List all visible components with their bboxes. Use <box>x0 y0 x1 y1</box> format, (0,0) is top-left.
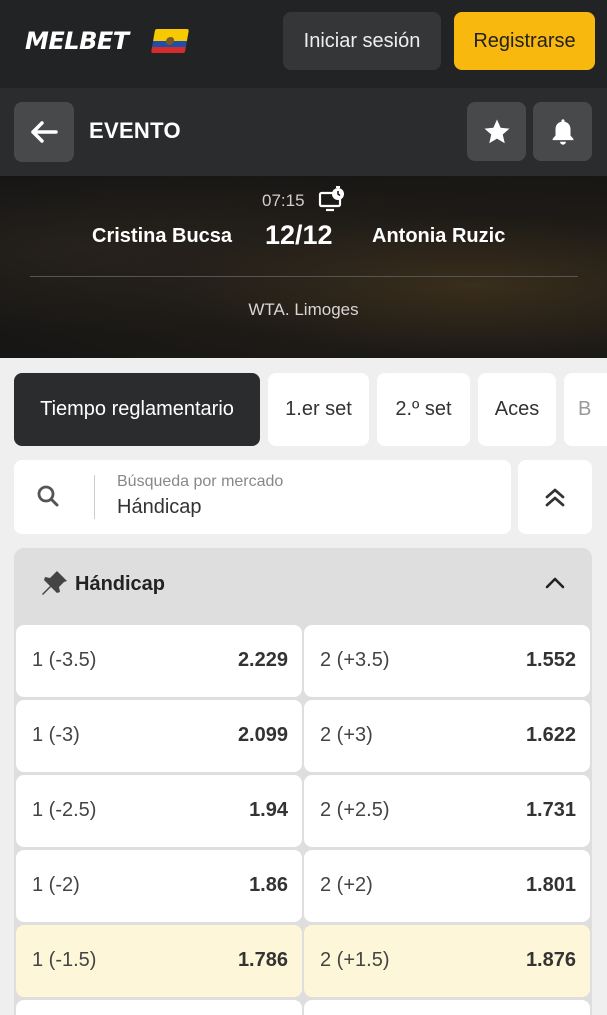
odds-cell[interactable]: 2 (+3) 1.622 <box>304 700 590 772</box>
bet-label: 2 (+2.5) <box>320 799 390 821</box>
odds-cell[interactable]: 1 (-2.5) 1.94 <box>16 775 302 847</box>
tab-first-set[interactable]: 1.er set <box>268 373 369 446</box>
page-title: EVENTO <box>89 118 181 143</box>
odds-cell[interactable]: 1 (-3.5) 2.229 <box>16 625 302 697</box>
odd-value: 2.229 <box>237 649 288 671</box>
divider <box>30 276 578 277</box>
collapse-all-button[interactable] <box>518 460 592 534</box>
odd-value: 1.86 <box>249 874 288 896</box>
handicap-market: Hándicap 1 (-3.5) 2.229 2 (+3.5) 1.552 1… <box>14 548 592 1015</box>
odds-cell[interactable]: 1 (-2) 1.86 <box>16 850 302 922</box>
scoreboard: 07:15 Cristina Bucsa 12/12 Antonia Ruzic… <box>0 176 607 358</box>
odds-cell[interactable]: 2 (+2.5) 1.731 <box>304 775 590 847</box>
odd-value: 1.94 <box>249 799 288 821</box>
odds-cell[interactable]: 1 (-1.5) 1.786 <box>16 925 302 997</box>
double-chevron-up-icon <box>545 488 565 507</box>
event-header: EVENTO <box>0 88 607 176</box>
bet-label: 2 (+1.5) <box>320 949 390 971</box>
market-search-field[interactable]: Búsqueda por mercado Hándicap <box>14 460 511 534</box>
odds-cell[interactable] <box>16 1000 302 1015</box>
search-icon <box>37 485 59 507</box>
odd-value: 1.622 <box>525 724 576 746</box>
player-one-name: Cristina Bucsa <box>92 225 233 247</box>
tab-regular-time[interactable]: Tiempo reglamentario <box>14 373 260 446</box>
odd-value: 1.876 <box>525 949 576 971</box>
market-title: Hándicap <box>75 573 166 595</box>
bet-label: 2 (+3.5) <box>320 649 390 671</box>
tab-aces[interactable]: Aces <box>478 373 556 446</box>
player-two-name: Antonia Ruzic <box>372 225 506 247</box>
register-button[interactable]: Registrarse <box>454 12 595 70</box>
ecuador-flag-icon <box>150 29 190 53</box>
tab-more[interactable]: B <box>564 373 607 446</box>
notifications-button[interactable] <box>533 102 592 161</box>
bet-label: 1 (-2.5) <box>32 799 97 821</box>
odds-cell[interactable]: 2 (+1.5) 1.876 <box>304 925 590 997</box>
odds-cell[interactable]: 2 (+2) 1.801 <box>304 850 590 922</box>
chevron-up-icon[interactable] <box>545 576 565 590</box>
bet-label: 2 (+2) <box>320 874 373 896</box>
odd-value: 1.731 <box>525 799 576 821</box>
bet-label: 1 (-3.5) <box>32 649 97 671</box>
bet-label: 1 (-3) <box>32 724 80 746</box>
odd-value: 1.552 <box>525 649 576 671</box>
favorite-button[interactable] <box>467 102 526 161</box>
top-bar: MELBET Iniciar sesión Registrarse <box>0 0 607 88</box>
tab-second-set[interactable]: 2.º set <box>377 373 470 446</box>
match-score: 12/12 <box>265 220 333 250</box>
bet-label: 2 (+3) <box>320 724 373 746</box>
live-stream-icon[interactable] <box>318 186 346 212</box>
bell-icon <box>552 118 573 145</box>
odd-value: 1.801 <box>525 874 576 896</box>
odds-cell[interactable] <box>304 1000 590 1015</box>
melbet-logo[interactable]: MELBET <box>25 27 129 55</box>
bet-label: 1 (-1.5) <box>32 949 97 971</box>
search-input[interactable]: Hándicap <box>117 496 202 519</box>
star-icon <box>484 119 509 143</box>
pin-icon[interactable] <box>38 568 70 600</box>
back-button[interactable] <box>14 102 74 162</box>
divider <box>94 475 95 519</box>
odd-value: 1.786 <box>237 949 288 971</box>
league-name[interactable]: WTA. Limoges <box>0 300 607 320</box>
odds-cell[interactable]: 1 (-3) 2.099 <box>16 700 302 772</box>
login-button[interactable]: Iniciar sesión <box>283 12 441 70</box>
arrow-left-icon <box>31 121 58 143</box>
bet-label: 1 (-2) <box>32 874 80 896</box>
match-time: 07:15 <box>262 191 305 210</box>
search-placeholder: Búsqueda por mercado <box>117 473 284 490</box>
odd-value: 2.099 <box>237 724 288 746</box>
market-tabs: Tiempo reglamentario 1.er set 2.º set Ac… <box>0 373 607 446</box>
odds-cell[interactable]: 2 (+3.5) 1.552 <box>304 625 590 697</box>
